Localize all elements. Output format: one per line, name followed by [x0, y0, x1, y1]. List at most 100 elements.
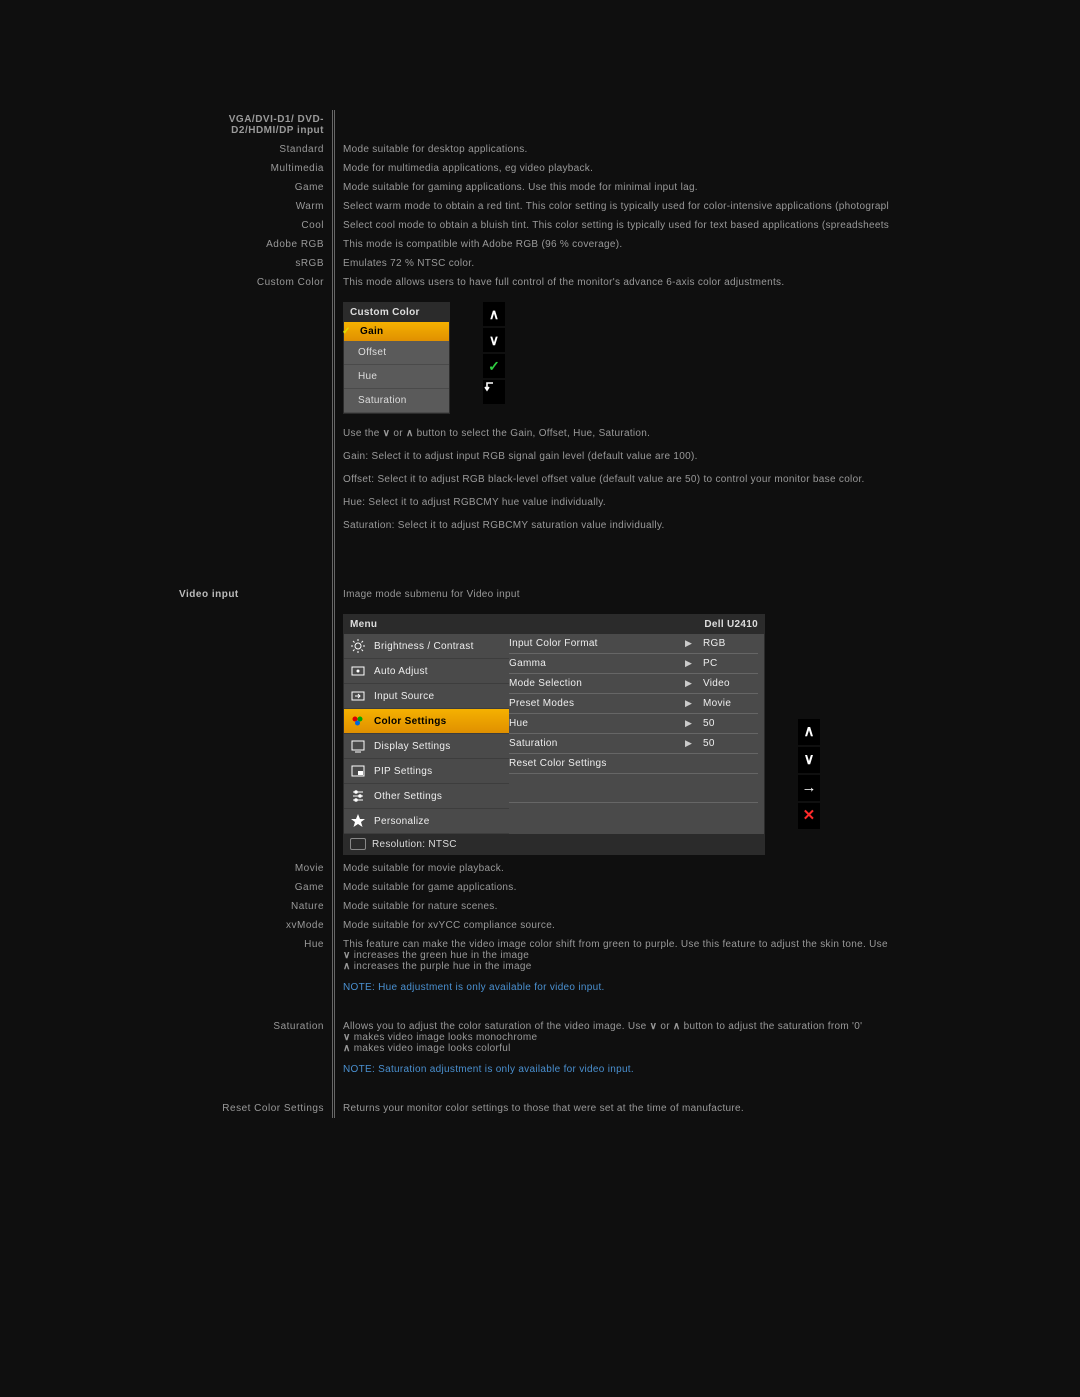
chevron-right-icon: ▶	[685, 638, 703, 649]
row-desc: This mode allows users to have full cont…	[334, 273, 1056, 292]
paragraph: Offset: Select it to adjust RGB black-le…	[343, 474, 1047, 485]
row-label: Movie	[175, 859, 334, 878]
page: VGA/DVI-D1/ DVD-D2/HDMI/DP input Standar…	[0, 0, 1080, 1397]
note-text: NOTE: Saturation adjustment is only avai…	[343, 1064, 1047, 1075]
osd-item-selected[interactable]: Gain	[344, 322, 449, 341]
brightness-icon	[350, 638, 366, 654]
display-settings-icon	[350, 738, 366, 754]
up-icon: ∧	[343, 1043, 351, 1054]
down-icon: ∨	[343, 950, 351, 961]
row-label: Saturation	[175, 1017, 334, 1099]
row-label: Custom Color	[175, 273, 334, 292]
osd-left-list: Brightness / Contrast Auto Adjust Input …	[344, 634, 509, 834]
submenu-item[interactable]: Saturation▶50	[509, 734, 758, 754]
section-header-vga: VGA/DVI-D1/ DVD-D2/HDMI/DP input	[175, 110, 334, 140]
down-icon: ∨	[343, 1032, 351, 1043]
down-button[interactable]: ∨	[798, 747, 820, 773]
row-desc: Mode suitable for nature scenes.	[334, 897, 1056, 916]
menu-item-pip-settings[interactable]: PIP Settings	[344, 759, 509, 784]
row-desc: Returns your monitor color settings to t…	[334, 1099, 1056, 1118]
osd-footer: Resolution: NTSC	[344, 834, 764, 854]
other-settings-icon	[350, 788, 366, 804]
row-desc: This feature can make the video image co…	[334, 935, 1056, 1017]
osd-item[interactable]: Saturation	[344, 389, 449, 413]
input-source-icon	[350, 688, 366, 704]
submenu-item[interactable]: Mode Selection▶Video	[509, 674, 758, 694]
row-label: Cool	[175, 216, 334, 235]
row-label: Reset Color Settings	[175, 1099, 334, 1118]
paragraph: Image mode submenu for Video input	[343, 589, 1047, 600]
row-desc: Mode for multimedia applications, eg vid…	[334, 159, 1056, 178]
star-icon	[350, 813, 366, 829]
row-desc: Emulates 72 % NTSC color.	[334, 254, 1056, 273]
down-button[interactable]: ∨	[483, 328, 505, 352]
osd-custom-color: Custom Color Gain Offset Hue Saturation	[343, 302, 450, 414]
submenu-blank	[509, 774, 758, 803]
menu-item-personalize[interactable]: Personalize	[344, 809, 509, 834]
row-desc: Select warm mode to obtain a red tint. T…	[334, 197, 1056, 216]
row-label: Hue	[175, 935, 334, 1017]
menu-item-other-settings[interactable]: Other Settings	[344, 784, 509, 809]
submenu-item[interactable]: Preset Modes▶Movie	[509, 694, 758, 714]
row-label: Warm	[175, 197, 334, 216]
osd-header: MenuDell U2410	[344, 615, 764, 634]
osd-title: Custom Color	[344, 303, 449, 322]
osd-button-column: ∧ ∨ → ✕	[798, 719, 820, 831]
row-label: Nature	[175, 897, 334, 916]
back-button[interactable]	[483, 380, 505, 404]
row-desc: Allows you to adjust the color saturatio…	[334, 1017, 1056, 1099]
paragraph: Use the ∨ or ∧ button to select the Gain…	[343, 428, 1047, 439]
paragraph: Hue: Select it to adjust RGBCMY hue valu…	[343, 497, 1047, 508]
row-desc: Mode suitable for gaming applications. U…	[334, 178, 1056, 197]
row-label: Game	[175, 178, 334, 197]
chevron-right-icon: ▶	[685, 678, 703, 689]
row-label: sRGB	[175, 254, 334, 273]
pip-icon	[350, 763, 366, 779]
submenu-item[interactable]: Gamma▶PC	[509, 654, 758, 674]
settings-table: VGA/DVI-D1/ DVD-D2/HDMI/DP input Standar…	[175, 110, 1055, 1118]
up-button[interactable]: ∧	[483, 302, 505, 326]
osd-button-column: ∧ ∨ ✓	[483, 302, 505, 406]
up-icon: ∧	[406, 428, 414, 439]
up-icon: ∧	[673, 1021, 681, 1032]
chevron-right-icon: ▶	[685, 738, 703, 749]
custom-color-cell: Custom Color Gain Offset Hue Saturation …	[334, 292, 1056, 585]
auto-adjust-icon	[350, 663, 366, 679]
menu-item-color-settings[interactable]: Color Settings	[344, 709, 509, 734]
paragraph: Gain: Select it to adjust input RGB sign…	[343, 451, 1047, 462]
row-desc: Select cool mode to obtain a bluish tint…	[334, 216, 1056, 235]
video-input-cell: Image mode submenu for Video input MenuD…	[334, 585, 1056, 859]
row-desc: Mode suitable for movie playback.	[334, 859, 1056, 878]
up-icon: ∧	[343, 961, 351, 972]
row-desc: This mode is compatible with Adobe RGB (…	[334, 235, 1056, 254]
paragraph: Saturation: Select it to adjust RGBCMY s…	[343, 520, 1047, 531]
section-header-video: Video input	[179, 589, 239, 600]
submenu-item[interactable]: Input Color Format▶RGB	[509, 634, 758, 654]
chevron-right-icon: ▶	[685, 658, 703, 669]
color-settings-icon	[350, 713, 366, 729]
submenu-item[interactable]: Hue▶50	[509, 714, 758, 734]
osd-main-menu: MenuDell U2410 Brightness / Contrast Aut…	[343, 614, 765, 855]
row-desc: Mode suitable for xvYCC compliance sourc…	[334, 916, 1056, 935]
row-label: Adobe RGB	[175, 235, 334, 254]
chevron-right-icon: ▶	[685, 718, 703, 729]
row-desc: Mode suitable for game applications.	[334, 878, 1056, 897]
note-text: NOTE: Hue adjustment is only available f…	[343, 982, 1047, 993]
menu-item-brightness[interactable]: Brightness / Contrast	[344, 634, 509, 659]
osd-item[interactable]: Offset	[344, 341, 449, 365]
menu-item-input-source[interactable]: Input Source	[344, 684, 509, 709]
submenu-item[interactable]: Reset Color Settings	[509, 754, 758, 774]
row-label: xvMode	[175, 916, 334, 935]
up-button[interactable]: ∧	[798, 719, 820, 745]
menu-item-auto-adjust[interactable]: Auto Adjust	[344, 659, 509, 684]
enter-button[interactable]: →	[798, 775, 820, 801]
chevron-right-icon: ▶	[685, 698, 703, 709]
close-button[interactable]: ✕	[798, 803, 820, 829]
ok-button[interactable]: ✓	[483, 354, 505, 378]
osd-right-list: Input Color Format▶RGB Gamma▶PC Mode Sel…	[509, 634, 764, 834]
osd-item[interactable]: Hue	[344, 365, 449, 389]
row-label: Game	[175, 878, 334, 897]
row-label: Multimedia	[175, 159, 334, 178]
resolution-icon	[350, 838, 366, 850]
menu-item-display-settings[interactable]: Display Settings	[344, 734, 509, 759]
